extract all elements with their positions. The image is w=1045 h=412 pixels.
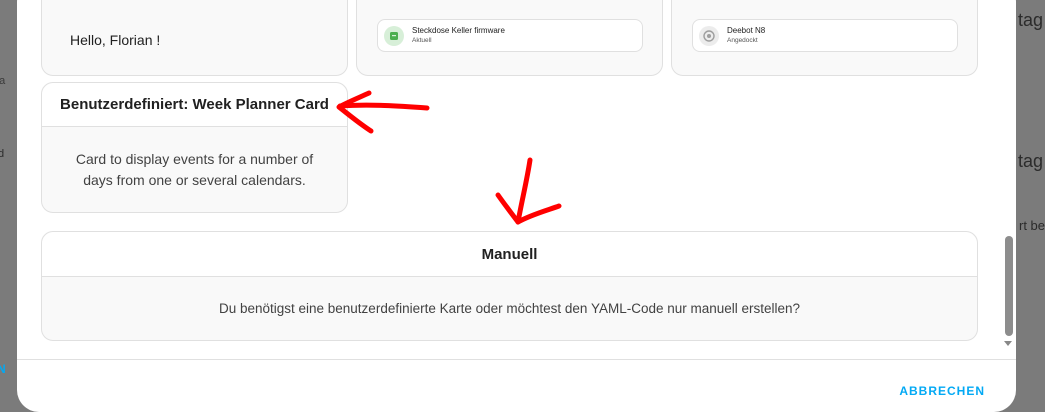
scroll-down-arrow-icon[interactable] (1004, 341, 1012, 346)
background-text-left-c: N (0, 362, 6, 376)
card-picker-dialog: Hello, Florian ! Steckdose Keller firmwa… (17, 0, 1016, 412)
tile-name: Deebot N8 (727, 26, 766, 35)
tile-steckdose-firmware: Steckdose Keller firmware Aktuell (377, 19, 643, 52)
package-icon (384, 25, 404, 46)
background-text-left-b: d (0, 148, 5, 160)
week-planner-card-title: Benutzerdefiniert: Week Planner Card (42, 83, 347, 127)
tile-name: Steckdose Keller firmware (412, 26, 505, 35)
background-text-tag-2: tag (1018, 151, 1044, 171)
week-planner-card[interactable]: Benutzerdefiniert: Week Planner Card Car… (41, 82, 348, 213)
week-planner-card-description-1: Card to display events for a number of (75, 151, 314, 167)
background-text-left-a: tba (0, 75, 6, 87)
robot-vacuum-icon (699, 25, 719, 46)
tile-deebot: Deebot N8 Angedockt (692, 19, 958, 52)
greeting-card[interactable]: Hello, Florian ! (41, 0, 348, 76)
manual-card-title: Manuell (42, 232, 977, 277)
greeting-text: Hello, Florian ! (70, 32, 161, 48)
background-text-tag-1: tag (1018, 10, 1044, 30)
scrollbar-thumb[interactable] (1005, 236, 1013, 336)
vacuum-card-preview[interactable]: Deebot N8 Angedockt (671, 0, 978, 76)
manual-card-description: Du benötigst eine benutzerdefinierte Kar… (218, 301, 801, 316)
background-text-bei: rt bei (1019, 218, 1045, 233)
manual-card[interactable]: Manuell Du benötigst eine benutzerdefini… (41, 231, 978, 341)
tile-state: Aktuell (412, 37, 432, 44)
week-planner-card-description-2: days from one or several calendars. (83, 172, 306, 188)
dialog-content: Hello, Florian ! Steckdose Keller firmwa… (17, 0, 1016, 359)
entities-card-preview[interactable]: Steckdose Keller firmware Aktuell (356, 0, 663, 76)
cancel-button[interactable]: ABBRECHEN (899, 384, 985, 398)
footer-divider (17, 359, 1016, 360)
tile-state: Angedockt (727, 37, 758, 44)
